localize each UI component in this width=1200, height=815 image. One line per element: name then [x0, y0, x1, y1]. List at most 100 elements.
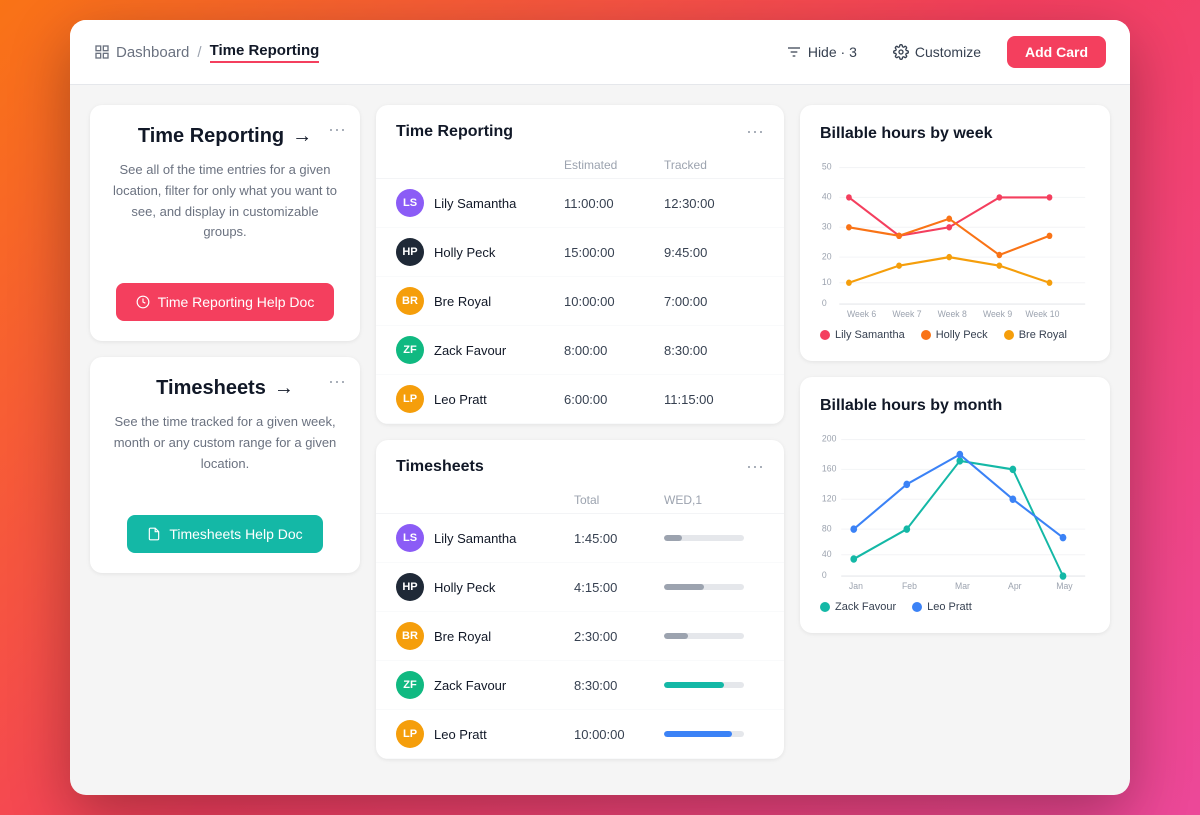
time-reporting-table-header: Time Reporting ···	[376, 105, 784, 152]
chart-month-legend: Zack Favour Leo Pratt	[820, 601, 1090, 613]
svg-text:120: 120	[822, 493, 836, 503]
chart-month-svg: 200 160 120 80 40 0 Jan	[820, 431, 1090, 591]
timesheets-table-menu[interactable]: ···	[746, 456, 764, 477]
time-reporting-table-menu[interactable]: ···	[746, 121, 764, 142]
timesheets-desc: See the time tracked for a given week, m…	[110, 412, 340, 474]
svg-text:10: 10	[822, 276, 832, 286]
breadcrumb: Dashboard / Time Reporting	[94, 42, 319, 63]
legend-bre: Bre Royal	[1004, 329, 1067, 341]
time-reporting-info-card: ··· Time Reporting → See all of the time…	[90, 105, 360, 341]
timesheets-info-card: ··· Timesheets → See the time tracked fo…	[90, 357, 360, 572]
avatar: BR	[396, 622, 424, 650]
svg-text:30: 30	[822, 221, 832, 231]
avatar: LP	[396, 385, 424, 413]
legend-holly: Holly Peck	[921, 329, 988, 341]
svg-text:80: 80	[822, 523, 832, 533]
svg-text:Week 10: Week 10	[1025, 308, 1059, 318]
legend-lily: Lily Samantha	[820, 329, 905, 341]
time-reporting-help-btn[interactable]: Time Reporting Help Doc	[116, 283, 335, 321]
hide-button[interactable]: Hide · 3	[776, 38, 867, 66]
table-row: LS Lily Samantha 1:45:00	[376, 514, 784, 563]
avatar: LP	[396, 720, 424, 748]
svg-text:May: May	[1056, 580, 1073, 590]
time-reporting-table-card: Time Reporting ··· Estimated Tracked LS …	[376, 105, 784, 424]
chart-week-legend: Lily Samantha Holly Peck Bre Royal	[820, 329, 1090, 341]
table-row: LP Leo Pratt 6:00:00 11:15:00	[376, 375, 784, 424]
svg-text:50: 50	[822, 161, 832, 171]
svg-text:0: 0	[822, 570, 827, 580]
header-actions: Hide · 3 Customize Add Card	[776, 36, 1106, 68]
svg-text:40: 40	[822, 191, 832, 201]
user-cell: LS Lily Samantha	[396, 189, 564, 217]
svg-text:Week 8: Week 8	[938, 308, 967, 318]
svg-text:Week 7: Week 7	[892, 308, 921, 318]
time-reporting-desc: See all of the time entries for a given …	[110, 160, 340, 243]
svg-text:20: 20	[822, 251, 832, 261]
table-row: ZF Zack Favour 8:00:00 8:30:00	[376, 326, 784, 375]
svg-text:0: 0	[822, 298, 827, 308]
timesheets-menu[interactable]: ···	[328, 371, 346, 392]
customize-button[interactable]: Customize	[883, 38, 991, 66]
legend-dot-zack	[820, 602, 830, 612]
user-cell: ZF Zack Favour	[396, 336, 564, 364]
legend-dot-holly	[921, 330, 931, 340]
legend-dot-bre	[1004, 330, 1014, 340]
avatar: ZF	[396, 671, 424, 699]
legend-dot-lily	[820, 330, 830, 340]
left-column: ··· Time Reporting → See all of the time…	[90, 105, 360, 759]
progress-bar-container	[664, 633, 764, 639]
user-cell: BR Bre Royal	[396, 287, 564, 315]
user-cell: LS Lily Samantha	[396, 524, 574, 552]
user-cell: BR Bre Royal	[396, 622, 574, 650]
progress-bar-container	[664, 535, 764, 541]
breadcrumb-separator: /	[197, 44, 201, 61]
breadcrumb-dashboard: Dashboard	[94, 44, 189, 61]
table-row: ZF Zack Favour 8:30:00	[376, 661, 784, 710]
header: Dashboard / Time Reporting Hide · 3 Cust…	[70, 20, 1130, 85]
avatar: HP	[396, 573, 424, 601]
legend-zack: Zack Favour	[820, 601, 896, 613]
middle-column: Time Reporting ··· Estimated Tracked LS …	[376, 105, 784, 759]
right-column: Billable hours by week 50 40 30 20 10 0	[800, 105, 1110, 759]
timesheets-info-title: Timesheets →	[156, 377, 294, 400]
billable-week-chart-card: Billable hours by week 50 40 30 20 10 0	[800, 105, 1110, 361]
avatar: ZF	[396, 336, 424, 364]
time-reporting-menu[interactable]: ···	[328, 119, 346, 140]
progress-bar-container	[664, 584, 764, 590]
timesheets-table-card: Timesheets ··· Total WED,1 LS Lily Saman…	[376, 440, 784, 759]
main-content: ··· Time Reporting → See all of the time…	[70, 85, 1130, 795]
user-cell: LP Leo Pratt	[396, 720, 574, 748]
add-card-button[interactable]: Add Card	[1007, 36, 1106, 68]
avatar: BR	[396, 287, 424, 315]
table-row: BR Bre Royal 2:30:00	[376, 612, 784, 661]
app-container: Dashboard / Time Reporting Hide · 3 Cust…	[70, 20, 1130, 795]
timesheets-help-btn[interactable]: Timesheets Help Doc	[127, 515, 322, 553]
chart-month-title: Billable hours by month	[820, 397, 1090, 415]
svg-text:Apr: Apr	[1008, 580, 1021, 590]
progress-bar-container	[664, 682, 764, 688]
avatar: HP	[396, 238, 424, 266]
svg-text:160: 160	[822, 463, 836, 473]
svg-text:Feb: Feb	[902, 580, 917, 590]
table-row: LP Leo Pratt 10:00:00	[376, 710, 784, 759]
legend-dot-leo	[912, 602, 922, 612]
user-cell: LP Leo Pratt	[396, 385, 564, 413]
table-row: HP Holly Peck 15:00:00 9:45:00	[376, 228, 784, 277]
table-row: LS Lily Samantha 11:00:00 12:30:00	[376, 179, 784, 228]
svg-text:Week 6: Week 6	[847, 308, 876, 318]
progress-bar-container	[664, 731, 764, 737]
table-row: BR Bre Royal 10:00:00 7:00:00	[376, 277, 784, 326]
user-cell: HP Holly Peck	[396, 573, 574, 601]
time-reporting-rows: LS Lily Samantha 11:00:00 12:30:00 HP Ho…	[376, 179, 784, 424]
svg-text:Week 9: Week 9	[983, 308, 1012, 318]
billable-month-chart-card: Billable hours by month 200 160 120 80 4…	[800, 377, 1110, 633]
chart-week-title: Billable hours by week	[820, 125, 1090, 143]
svg-text:Mar: Mar	[955, 580, 970, 590]
breadcrumb-current: Time Reporting	[210, 42, 320, 63]
avatar: LS	[396, 524, 424, 552]
time-reporting-table-cols: Estimated Tracked	[376, 152, 784, 179]
timesheets-table-header: Timesheets ···	[376, 440, 784, 487]
svg-text:Jan: Jan	[849, 580, 863, 590]
avatar: LS	[396, 189, 424, 217]
chart-week-svg: 50 40 30 20 10 0 Week 6	[820, 159, 1090, 319]
